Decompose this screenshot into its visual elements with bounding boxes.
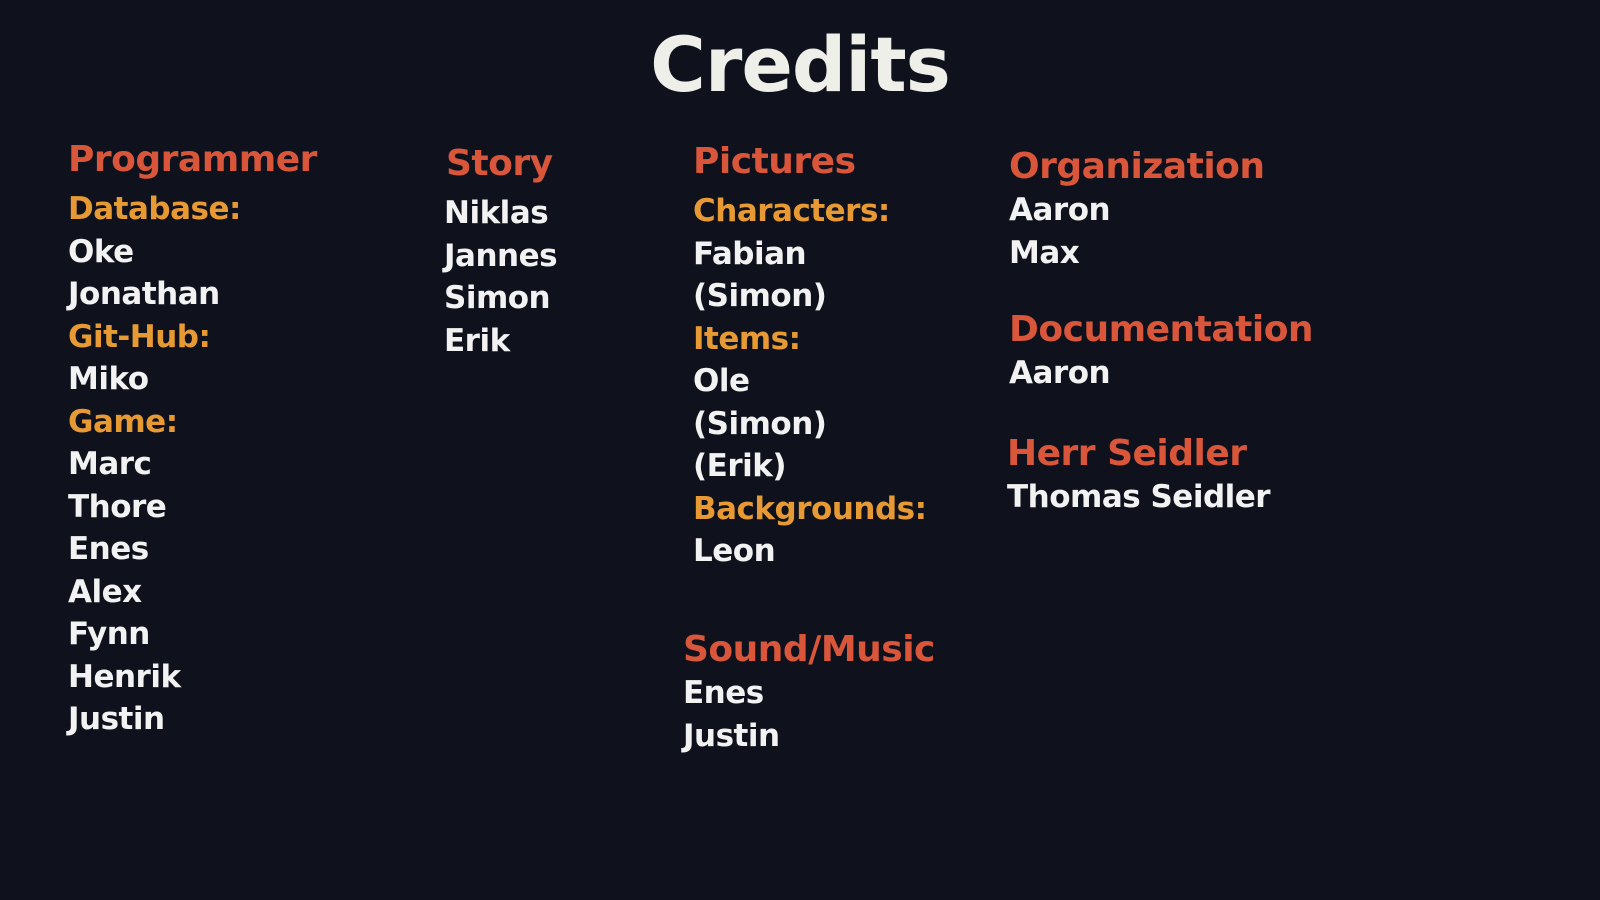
credit-name: (Simon) <box>693 405 827 442</box>
credit-name: Max <box>1009 234 1080 271</box>
items-label: Items: <box>693 320 801 357</box>
characters-label: Characters: <box>693 193 890 229</box>
credit-name: Alex <box>68 573 142 610</box>
herr-seidler-section: Herr Seidler Thomas Seidler <box>1007 432 1271 519</box>
sound-music-heading: Sound/Music <box>683 629 935 670</box>
credit-name: Justin <box>68 701 165 737</box>
credit-name: Henrik <box>68 658 181 695</box>
pictures-section: Pictures Characters: Fabian (Simon) Item… <box>693 140 927 573</box>
credit-name: Jonathan <box>68 276 220 312</box>
credit-name: Thomas Seidler <box>1007 479 1271 515</box>
credit-name: Enes <box>68 531 149 567</box>
credit-name: Leon <box>693 533 776 569</box>
game-label: Game: <box>68 403 178 440</box>
credit-name: (Erik) <box>693 448 787 484</box>
credit-name: Oke <box>68 233 134 270</box>
programmer-section: Programmer Database: Oke Jonathan Git-Hu… <box>68 138 317 741</box>
credit-name: Jannes <box>444 237 558 274</box>
credit-name: Aaron <box>1009 355 1111 391</box>
story-section: Story Niklas Jannes Simon Erik <box>444 142 558 362</box>
credit-name: Fabian <box>693 235 807 272</box>
herr-seidler-heading: Herr Seidler <box>1007 433 1247 474</box>
documentation-section: Documentation Aaron <box>1009 308 1314 395</box>
credit-name: Ole <box>693 363 750 399</box>
credit-name: Justin <box>683 717 780 754</box>
credit-name: Niklas <box>444 195 549 231</box>
credit-name: Enes <box>683 675 764 711</box>
credits-title: Credits <box>650 20 951 109</box>
credit-name: Simon <box>444 280 551 316</box>
organization-section: Organization Aaron Max <box>1009 145 1265 274</box>
credit-name: Aaron <box>1009 192 1111 228</box>
documentation-heading: Documentation <box>1009 309 1314 350</box>
github-label: Git-Hub: <box>68 318 211 355</box>
organization-heading: Organization <box>1009 146 1265 187</box>
credit-name: Miko <box>68 361 149 397</box>
programmer-heading: Programmer <box>68 139 317 180</box>
story-heading: Story <box>446 143 553 184</box>
pictures-heading: Pictures <box>693 141 856 182</box>
credit-name: Marc <box>68 446 152 482</box>
backgrounds-label: Backgrounds: <box>693 490 927 527</box>
credit-name: (Simon) <box>693 278 827 314</box>
database-label: Database: <box>68 191 241 227</box>
credits-screen: Credits Programmer Database: Oke Jonatha… <box>0 0 1600 900</box>
credit-name: Erik <box>444 322 510 359</box>
credit-name: Thore <box>68 488 167 525</box>
sound-music-section: Sound/Music Enes Justin <box>683 628 935 757</box>
credit-name: Fynn <box>68 616 150 652</box>
